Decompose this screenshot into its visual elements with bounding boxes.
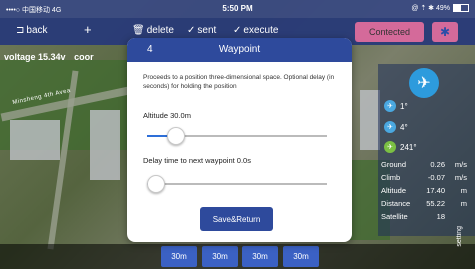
stat-label: Ground — [381, 160, 407, 169]
heading-value: 241° — [400, 142, 417, 152]
coordinate-label: coor — [74, 52, 94, 62]
clock: 5:50 PM — [222, 4, 253, 13]
roll-indicator: ✈ 1° — [384, 100, 408, 112]
altitude-slider[interactable] — [147, 127, 327, 145]
compass-icon: ✈ — [384, 141, 396, 153]
stat-label: Distance — [381, 199, 411, 208]
dialog-description: Proceeds to a position three-dimensional… — [143, 74, 335, 90]
back-arrow-icon: ⊐ — [16, 25, 25, 36]
heading-indicator: ✈ 241° — [384, 141, 417, 153]
waypoint-dialog: 4 Waypoint Proceeds to a position three-… — [127, 38, 352, 242]
status-right: @ ⇡ ✱ 49% — [411, 4, 469, 12]
sent-button[interactable]: ✓ sent — [187, 25, 216, 36]
trash-icon: 🗑 — [132, 25, 145, 36]
roll-value: 1° — [400, 101, 408, 111]
save-return-button[interactable]: Save&Return — [200, 207, 273, 231]
bluetooth-button[interactable]: ✱ — [432, 22, 458, 42]
stat-value: 17.40 — [426, 186, 445, 195]
delete-label: delete — [146, 25, 174, 36]
checkmark-icon: ✓ — [187, 25, 196, 36]
add-button[interactable]: + — [84, 22, 92, 37]
stat-value: -0.07 — [427, 173, 445, 182]
stat-label: Satellite — [381, 212, 408, 221]
voltage-value: 15.34v — [38, 52, 66, 62]
altitude-label: Altitude 30.0m — [143, 111, 191, 120]
stat-row: Distance 55.22 m — [381, 197, 471, 210]
height-button-3[interactable]: 30m — [242, 246, 278, 267]
delay-slider[interactable] — [147, 175, 327, 193]
stat-unit: m — [460, 199, 467, 208]
stat-row: Climb -0.07 m/s — [381, 171, 471, 184]
stat-value: 55.22 — [426, 199, 445, 208]
back-button[interactable]: ⊐ back — [16, 25, 48, 36]
stat-row: Altitude 17.40 m — [381, 184, 471, 197]
stat-label: Altitude — [381, 186, 407, 195]
stat-unit: m/s — [454, 173, 467, 182]
stat-value: 0.26 — [430, 160, 445, 169]
delete-button[interactable]: 🗑 delete — [132, 25, 174, 36]
back-label: back — [26, 25, 48, 36]
stat-unit — [445, 210, 467, 223]
status-bar: ••••○ 中国移动 4G 5:50 PM @ ⇡ ✱ 49% — [0, 0, 475, 18]
height-button-4[interactable]: 30m — [283, 246, 319, 267]
execute-button[interactable]: ✓ execute — [233, 25, 278, 36]
checkmark-icon: ✓ — [233, 25, 242, 36]
stat-value: 18 — [436, 212, 445, 221]
status-indicators: @ ⇡ ✱ 49% — [411, 5, 450, 12]
stat-unit: m/s — [454, 160, 467, 169]
settings-tab[interactable]: setting — [456, 226, 463, 247]
height-button-1[interactable]: 30m — [161, 246, 197, 267]
connected-button[interactable]: Contected — [355, 22, 424, 42]
height-button-2[interactable]: 30m — [202, 246, 238, 267]
dialog-title: Waypoint — [218, 44, 261, 55]
battery-icon — [453, 4, 469, 12]
voltage-label: voltage — [4, 52, 36, 62]
stat-unit: m — [460, 186, 467, 195]
bluetooth-icon: ✱ — [439, 25, 451, 39]
delay-slider-thumb[interactable] — [147, 175, 165, 193]
stat-row: Satellite 18 — [381, 210, 471, 223]
stat-row: Ground 0.26 m/s — [381, 158, 471, 171]
pitch-icon: ✈ — [384, 121, 396, 133]
altitude-slider-thumb[interactable] — [166, 127, 185, 145]
execute-label: execute — [243, 25, 279, 36]
add-label: + — [84, 22, 92, 37]
sent-label: sent — [197, 25, 217, 36]
airplane-icon: ✈ — [409, 68, 439, 98]
roll-icon: ✈ — [384, 100, 396, 112]
telemetry-stats: Ground 0.26 m/s Climb -0.07 m/s Altitude… — [381, 158, 471, 223]
pitch-value: 4° — [400, 122, 408, 132]
delay-label: Delay time to next waypoint 0.0s — [143, 156, 251, 165]
stat-label: Climb — [381, 173, 401, 182]
dialog-header: 4 Waypoint — [127, 38, 352, 62]
pitch-indicator: ✈ 4° — [384, 121, 408, 133]
voltage-readout: voltage 15.34v coor — [4, 52, 94, 62]
